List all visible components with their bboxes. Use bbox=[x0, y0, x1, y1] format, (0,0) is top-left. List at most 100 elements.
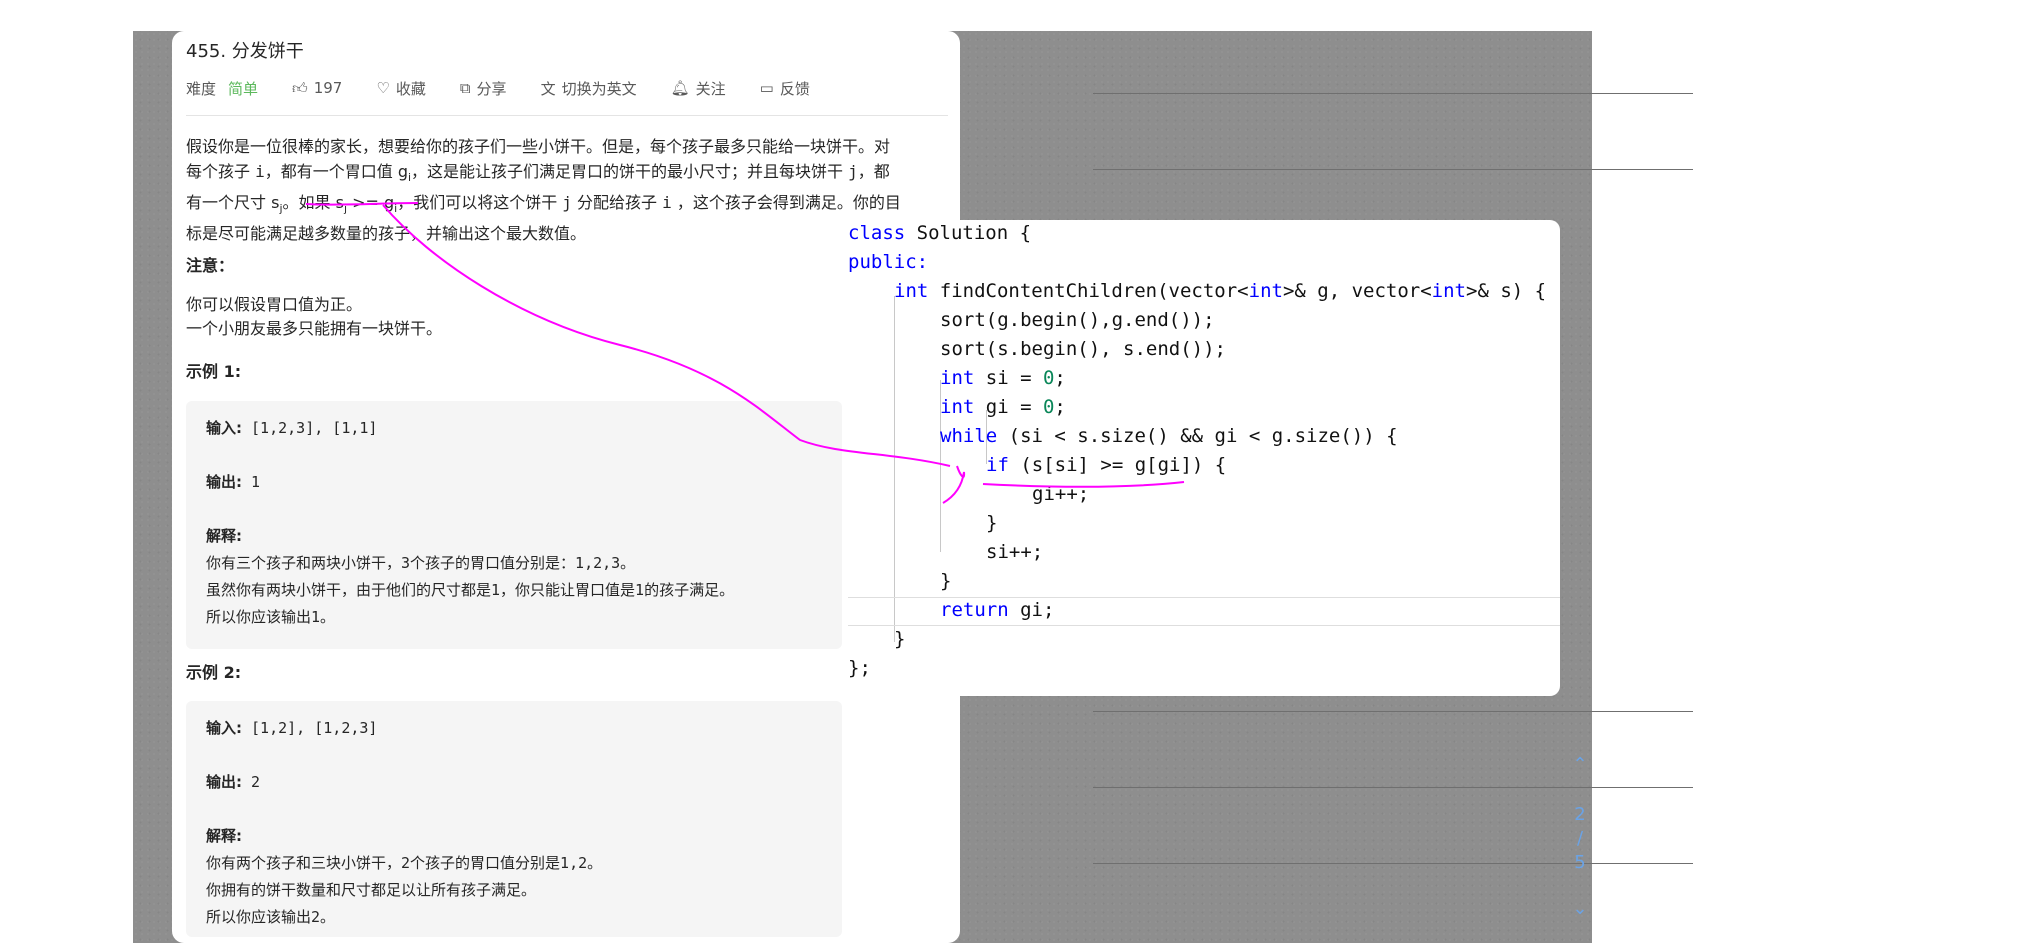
code-line: gi++; bbox=[1032, 483, 1090, 505]
note-line: 一个小朋友最多只能拥有一块饼干。 bbox=[186, 319, 443, 338]
favorite-button[interactable]: ♡ 收藏 bbox=[376, 78, 425, 99]
var-j: j bbox=[848, 162, 858, 181]
keyword: int bbox=[940, 396, 975, 418]
example-explain-line: 你拥有的饼干数量和尺寸都足以让所有孩子满足。 bbox=[206, 881, 537, 899]
code-line: class Solution { bbox=[848, 222, 1031, 244]
page-separator: / bbox=[1576, 828, 1584, 849]
output-label: 输出: bbox=[206, 773, 242, 791]
text: 标是尽可能满足越多数量的孩子，并输出这个最大数值。 bbox=[186, 224, 587, 244]
note-text: 你可以假设胃口值为正。 一个小朋友最多只能拥有一块饼干。 bbox=[186, 293, 442, 341]
page-total: 5 bbox=[1574, 852, 1586, 873]
follow-button[interactable]: 🔔︎ 关注 bbox=[671, 78, 726, 99]
example-explain-line: 所以你应该输出1。 bbox=[206, 608, 336, 626]
code-panel: class Solution { public: int findContent… bbox=[848, 220, 1560, 696]
input-value: [1,2,3], [1,1] bbox=[242, 419, 378, 437]
page-up-button[interactable]: ⌃ bbox=[1560, 754, 1600, 775]
translate-icon: 文 bbox=[540, 79, 556, 98]
text: 假设你是一位很棒的家长，想要给你的孩子们一些小饼干。但是，每个孩子最多只能给一块… bbox=[186, 137, 891, 156]
keyword: class bbox=[848, 222, 906, 244]
keyword: int bbox=[1248, 280, 1283, 302]
explain-label: 解释: bbox=[206, 827, 242, 845]
code-line: sort(s.begin(), s.end()); bbox=[940, 338, 1226, 360]
keyword: int bbox=[940, 367, 975, 389]
text: ，这是能让孩子们满足胃口的饼干的最小尺寸；并且每块饼干 bbox=[411, 162, 849, 181]
example-explain-label: 解释: bbox=[206, 525, 242, 546]
note-line: 你可以假设胃口值为正。 bbox=[186, 295, 363, 314]
code-text: Solution { bbox=[905, 222, 1032, 244]
like-count: 197 bbox=[313, 79, 343, 97]
share-icon: ⧉ bbox=[459, 79, 471, 97]
problem-toolbar: 难度 简单 👍︎ 197 ♡ 收藏 ⧉ 分享 文 切换为英文 🔔︎ 关注 ▭ 反… bbox=[186, 75, 844, 101]
switch-language-label: 切换为英文 bbox=[561, 79, 637, 98]
explain-label: 解释: bbox=[206, 527, 242, 545]
code-text: >& s) { bbox=[1466, 280, 1547, 302]
code-text: >& g, vector< bbox=[1282, 280, 1432, 302]
code-line: si++; bbox=[986, 541, 1044, 563]
bell-icon: 🔔︎ bbox=[670, 79, 690, 97]
var-g: g bbox=[397, 162, 408, 181]
heart-icon: ♡ bbox=[376, 79, 390, 97]
indent-guide bbox=[894, 296, 895, 642]
code-text: (s[si] >= g[gi]) { bbox=[1008, 454, 1227, 476]
code-line: int si = 0; bbox=[940, 367, 1066, 389]
code-line: public: bbox=[848, 251, 928, 273]
difficulty-label: 难度 bbox=[186, 79, 217, 98]
keyword: int bbox=[894, 280, 929, 302]
background-line bbox=[1093, 787, 1693, 788]
difficulty: 难度 简单 bbox=[186, 78, 258, 99]
current-line-border bbox=[848, 597, 1560, 598]
feedback-icon: ▭ bbox=[759, 79, 774, 97]
problem-panel: 455. 分发饼干 难度 简单 👍︎ 197 ♡ 收藏 ⧉ 分享 文 切换为英文… bbox=[172, 31, 960, 943]
background-line bbox=[1093, 169, 1693, 170]
code-line: int findContentChildren(vector<int>& g, … bbox=[894, 280, 1546, 302]
favorite-label: 收藏 bbox=[395, 79, 426, 98]
text: 有一个尺寸 bbox=[186, 193, 272, 213]
var-i: i bbox=[255, 162, 265, 181]
input-label: 输入: bbox=[206, 719, 242, 737]
example-2-title: 示例 2: bbox=[186, 663, 242, 682]
output-label: 输出: bbox=[206, 473, 242, 491]
like-button[interactable]: 👍︎ 197 bbox=[292, 79, 342, 98]
keyword: int bbox=[1431, 280, 1466, 302]
divider bbox=[186, 115, 948, 116]
example-explain-line: 所以你应该输出2。 bbox=[206, 908, 336, 926]
var-j: j bbox=[562, 193, 572, 213]
example-explain-line: 你有两个孩子和三块小饼干，2个孩子的胃口值分别是1,2。 bbox=[206, 854, 603, 872]
note-title: 注意： bbox=[186, 256, 235, 275]
code-line: while (si < s.size() && gi < g.size()) { bbox=[940, 425, 1398, 447]
thumbs-up-icon: 👍︎ bbox=[292, 78, 308, 97]
example-explain-line: 你有三个孩子和两块小饼干，3个孩子的胃口值分别是：1,2,3。 bbox=[206, 554, 636, 572]
text: 。如果 bbox=[282, 193, 336, 213]
text: 分配给孩子 bbox=[571, 193, 663, 213]
number-literal: 0 bbox=[1042, 367, 1055, 389]
example-input: 输入: [1,2,3], [1,1] bbox=[206, 417, 377, 438]
example-2-box: 输入: [1,2], [1,2,3] 输出: 2 解释: 你有两个孩子和三块小饼… bbox=[186, 701, 842, 937]
output-value: 1 bbox=[242, 473, 261, 491]
text: ，都 bbox=[857, 162, 890, 181]
text: ，我们可以将这个饼干 bbox=[397, 193, 563, 213]
code-line: return gi; bbox=[940, 599, 1054, 621]
code-line: } bbox=[986, 512, 998, 534]
output-value: 2 bbox=[242, 773, 261, 791]
current-line-border bbox=[848, 625, 1560, 626]
feedback-button[interactable]: ▭ 反馈 bbox=[760, 78, 810, 99]
code-line: }; bbox=[848, 657, 871, 679]
background-line bbox=[1093, 711, 1693, 712]
description-line: 每个孩子 i，都有一个胃口值 gi，这是能让孩子们满足胃口的饼干的最小尺寸；并且… bbox=[186, 159, 946, 190]
var-i: i bbox=[662, 193, 672, 213]
share-button[interactable]: ⧉ 分享 bbox=[460, 78, 507, 99]
keyword: if bbox=[986, 454, 1009, 476]
code-text: si = bbox=[974, 367, 1043, 389]
page-down-button[interactable]: ⌄ bbox=[1560, 898, 1600, 919]
description-line: 标是尽可能满足越多数量的孩子，并输出这个最大数值。 bbox=[186, 221, 946, 246]
problem-title: 455. 分发饼干 bbox=[186, 41, 304, 62]
description-line: 假设你是一位很棒的家长，想要给你的孩子们一些小饼干。但是，每个孩子最多只能给一块… bbox=[186, 134, 946, 159]
input-value: [1,2], [1,2,3] bbox=[242, 719, 378, 737]
switch-language-button[interactable]: 文 切换为英文 bbox=[541, 78, 637, 99]
code-text: (si < s.size() && gi < g.size()) { bbox=[997, 425, 1398, 447]
background-line bbox=[1093, 93, 1693, 94]
example-1-title: 示例 1: bbox=[186, 362, 242, 381]
follow-label: 关注 bbox=[695, 79, 726, 98]
code-line: if (s[si] >= g[gi]) { bbox=[986, 454, 1226, 476]
example-explain-line: 虽然你有两块小饼干，由于他们的尺寸都是1，你只能让胃口值是1的孩子满足。 bbox=[206, 581, 735, 599]
